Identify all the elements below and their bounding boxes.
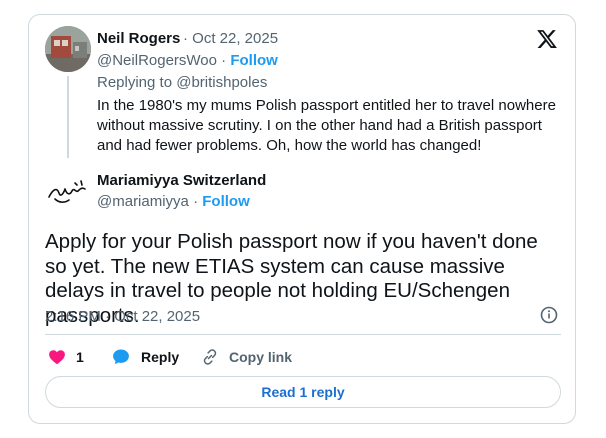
main-author-name[interactable]: Mariamiyya Switzerland — [97, 172, 266, 189]
main-author-handle-row: @mariamiyya · Follow — [97, 193, 250, 210]
follow-button-neil[interactable]: Follow — [230, 52, 278, 69]
avatar-neil-rogers[interactable] — [45, 26, 91, 72]
post-timestamp[interactable]: 2:16 PM · Oct 22, 2025 — [45, 308, 200, 325]
replying-to-handle[interactable]: @britishpoles — [176, 74, 267, 91]
read-replies-button[interactable]: Read 1 reply — [45, 376, 561, 408]
like-button[interactable]: 1 — [48, 347, 84, 367]
quoted-author-handle[interactable]: @NeilRogersWoo — [97, 52, 217, 69]
like-count: 1 — [76, 349, 84, 365]
replying-to-line: Replying to @britishpoles — [97, 74, 267, 91]
separator-dot: · — [188, 193, 203, 210]
quoted-post-text: In the 1980's my mums Polish passport en… — [97, 97, 556, 154]
main-author-handle[interactable]: @mariamiyya — [97, 193, 189, 210]
quoted-post-date[interactable]: · Oct 22, 2025 — [183, 30, 278, 47]
replying-prefix: Replying to — [97, 74, 177, 91]
heart-icon — [49, 350, 65, 365]
read-replies-label: Read 1 reply — [261, 384, 345, 400]
avatar-mariamiyya[interactable] — [45, 167, 91, 213]
follow-button-mariamiyya[interactable]: Follow — [202, 193, 250, 210]
quoted-author-handle-row: @NeilRogersWoo · Follow — [97, 52, 278, 69]
separator-dot: · — [217, 52, 231, 69]
copy-link-label: Copy link — [229, 349, 293, 365]
reply-label: Reply — [141, 349, 180, 365]
divider — [45, 334, 561, 335]
x-logo-icon[interactable] — [536, 28, 558, 50]
link-icon — [203, 349, 217, 365]
info-icon[interactable] — [540, 306, 558, 324]
thread-connector-line — [67, 76, 69, 158]
copy-link-button[interactable]: Copy link — [201, 347, 292, 367]
quoted-author-name[interactable]: Neil Rogers — [97, 30, 180, 47]
reply-button[interactable]: Reply — [111, 347, 179, 367]
reply-bubble-icon — [113, 349, 129, 365]
